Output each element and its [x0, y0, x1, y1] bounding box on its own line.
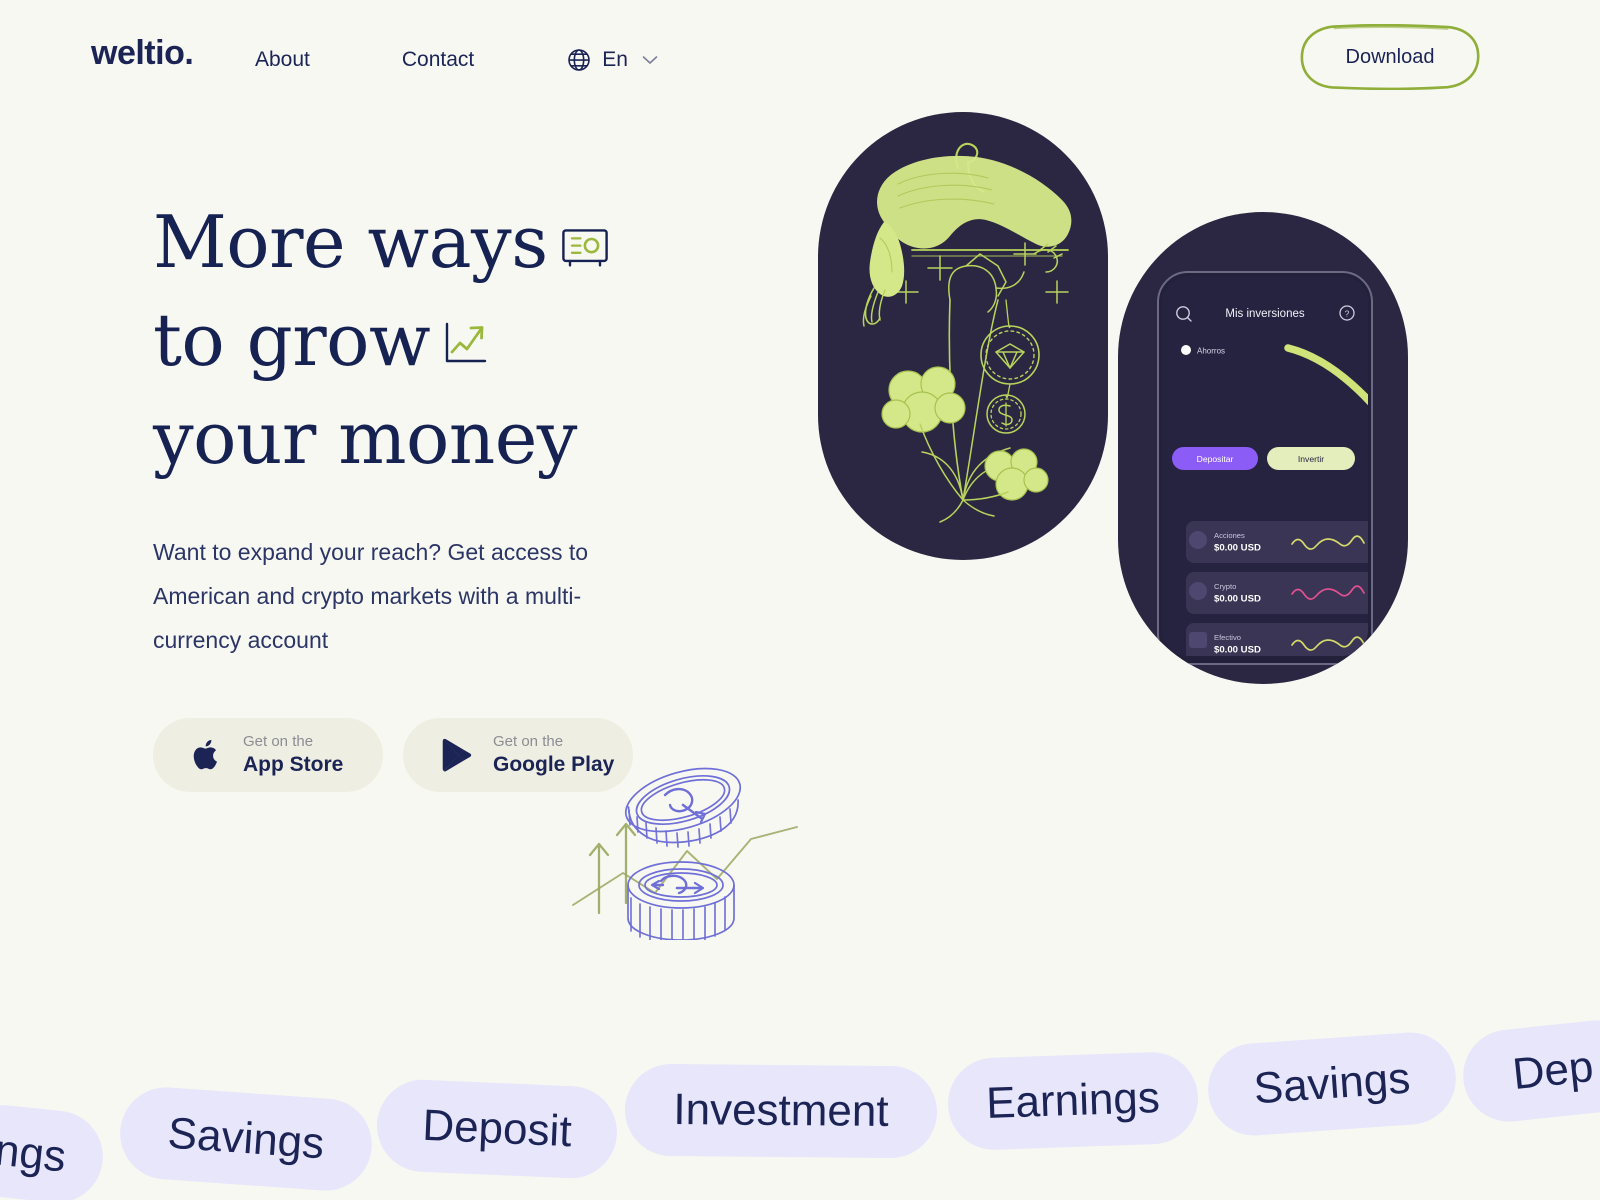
apple-icon: [189, 737, 223, 773]
globe-icon: [566, 47, 592, 73]
google-play-button-eyebrow: Get on the: [493, 733, 564, 751]
svg-text:?: ?: [1345, 308, 1350, 318]
chevron-down-icon: [638, 55, 658, 65]
holding-name: Efectivo: [1214, 633, 1241, 642]
google-play-icon: [439, 737, 473, 773]
holding-amount: $0.00 USD: [1214, 594, 1261, 605]
app-store-button-eyebrow: Get on the: [243, 733, 314, 751]
headline-line-1: More ways: [153, 200, 548, 284]
marquee-pill[interactable]: Investment: [624, 1063, 938, 1159]
language-label: En: [602, 47, 628, 71]
growth-chart-icon: [444, 294, 488, 386]
download-button-label: Download: [1345, 45, 1435, 68]
hero-subcopy: Want to expand your reach? Get access to…: [153, 539, 589, 653]
brand-logo[interactable]: weltio.: [91, 36, 194, 70]
marquee-pill[interactable]: Savings: [117, 1084, 375, 1194]
main-nav: About Contact En: [255, 45, 658, 74]
site-header: weltio. About Contact En Download: [0, 0, 1600, 118]
nav-link-contact[interactable]: Contact: [402, 45, 474, 74]
holding-name: Crypto: [1214, 582, 1236, 591]
headline-line-2: to grow: [153, 298, 431, 382]
marquee-pill[interactable]: Deposit: [375, 1077, 619, 1181]
app-store-button-name: App Store: [243, 752, 344, 776]
invest-action-label: Invertir: [1298, 454, 1324, 464]
language-selector[interactable]: En: [566, 47, 658, 73]
marquee-pill[interactable]: Dep: [1458, 1015, 1600, 1127]
nav-link-about[interactable]: About: [255, 45, 310, 74]
app-store-button[interactable]: Get on the App Store: [153, 718, 383, 792]
marquee-pill[interactable]: ngs: [0, 1100, 108, 1200]
illustration-oval: [818, 112, 1108, 560]
holding-amount: $0.00 USD: [1214, 645, 1261, 656]
safe-vault-icon: [561, 196, 608, 288]
marquee-pill[interactable]: Earnings: [946, 1050, 1200, 1152]
coins-illustration: [565, 755, 800, 945]
holding-name: Acciones: [1214, 531, 1245, 540]
marquee-pill[interactable]: Savings: [1205, 1029, 1459, 1139]
phone-mockup: ? Mis inversiones Ahorros Depositar Inve…: [1118, 212, 1408, 684]
headline-line-3: your money: [153, 396, 577, 480]
download-button[interactable]: Download: [1300, 24, 1480, 90]
hero-content: More ways to grow your money Want to exp…: [153, 196, 793, 792]
phone-segment-label: Ahorros: [1197, 347, 1225, 356]
deposit-action-label: Depositar: [1197, 454, 1234, 464]
page-title: More ways to grow your money: [153, 196, 793, 484]
holding-amount: $0.00 USD: [1214, 543, 1261, 554]
keyword-marquee: ngs Savings Deposit Investment Earnings …: [0, 1015, 1600, 1200]
phone-title: Mis inversiones: [1225, 308, 1304, 320]
